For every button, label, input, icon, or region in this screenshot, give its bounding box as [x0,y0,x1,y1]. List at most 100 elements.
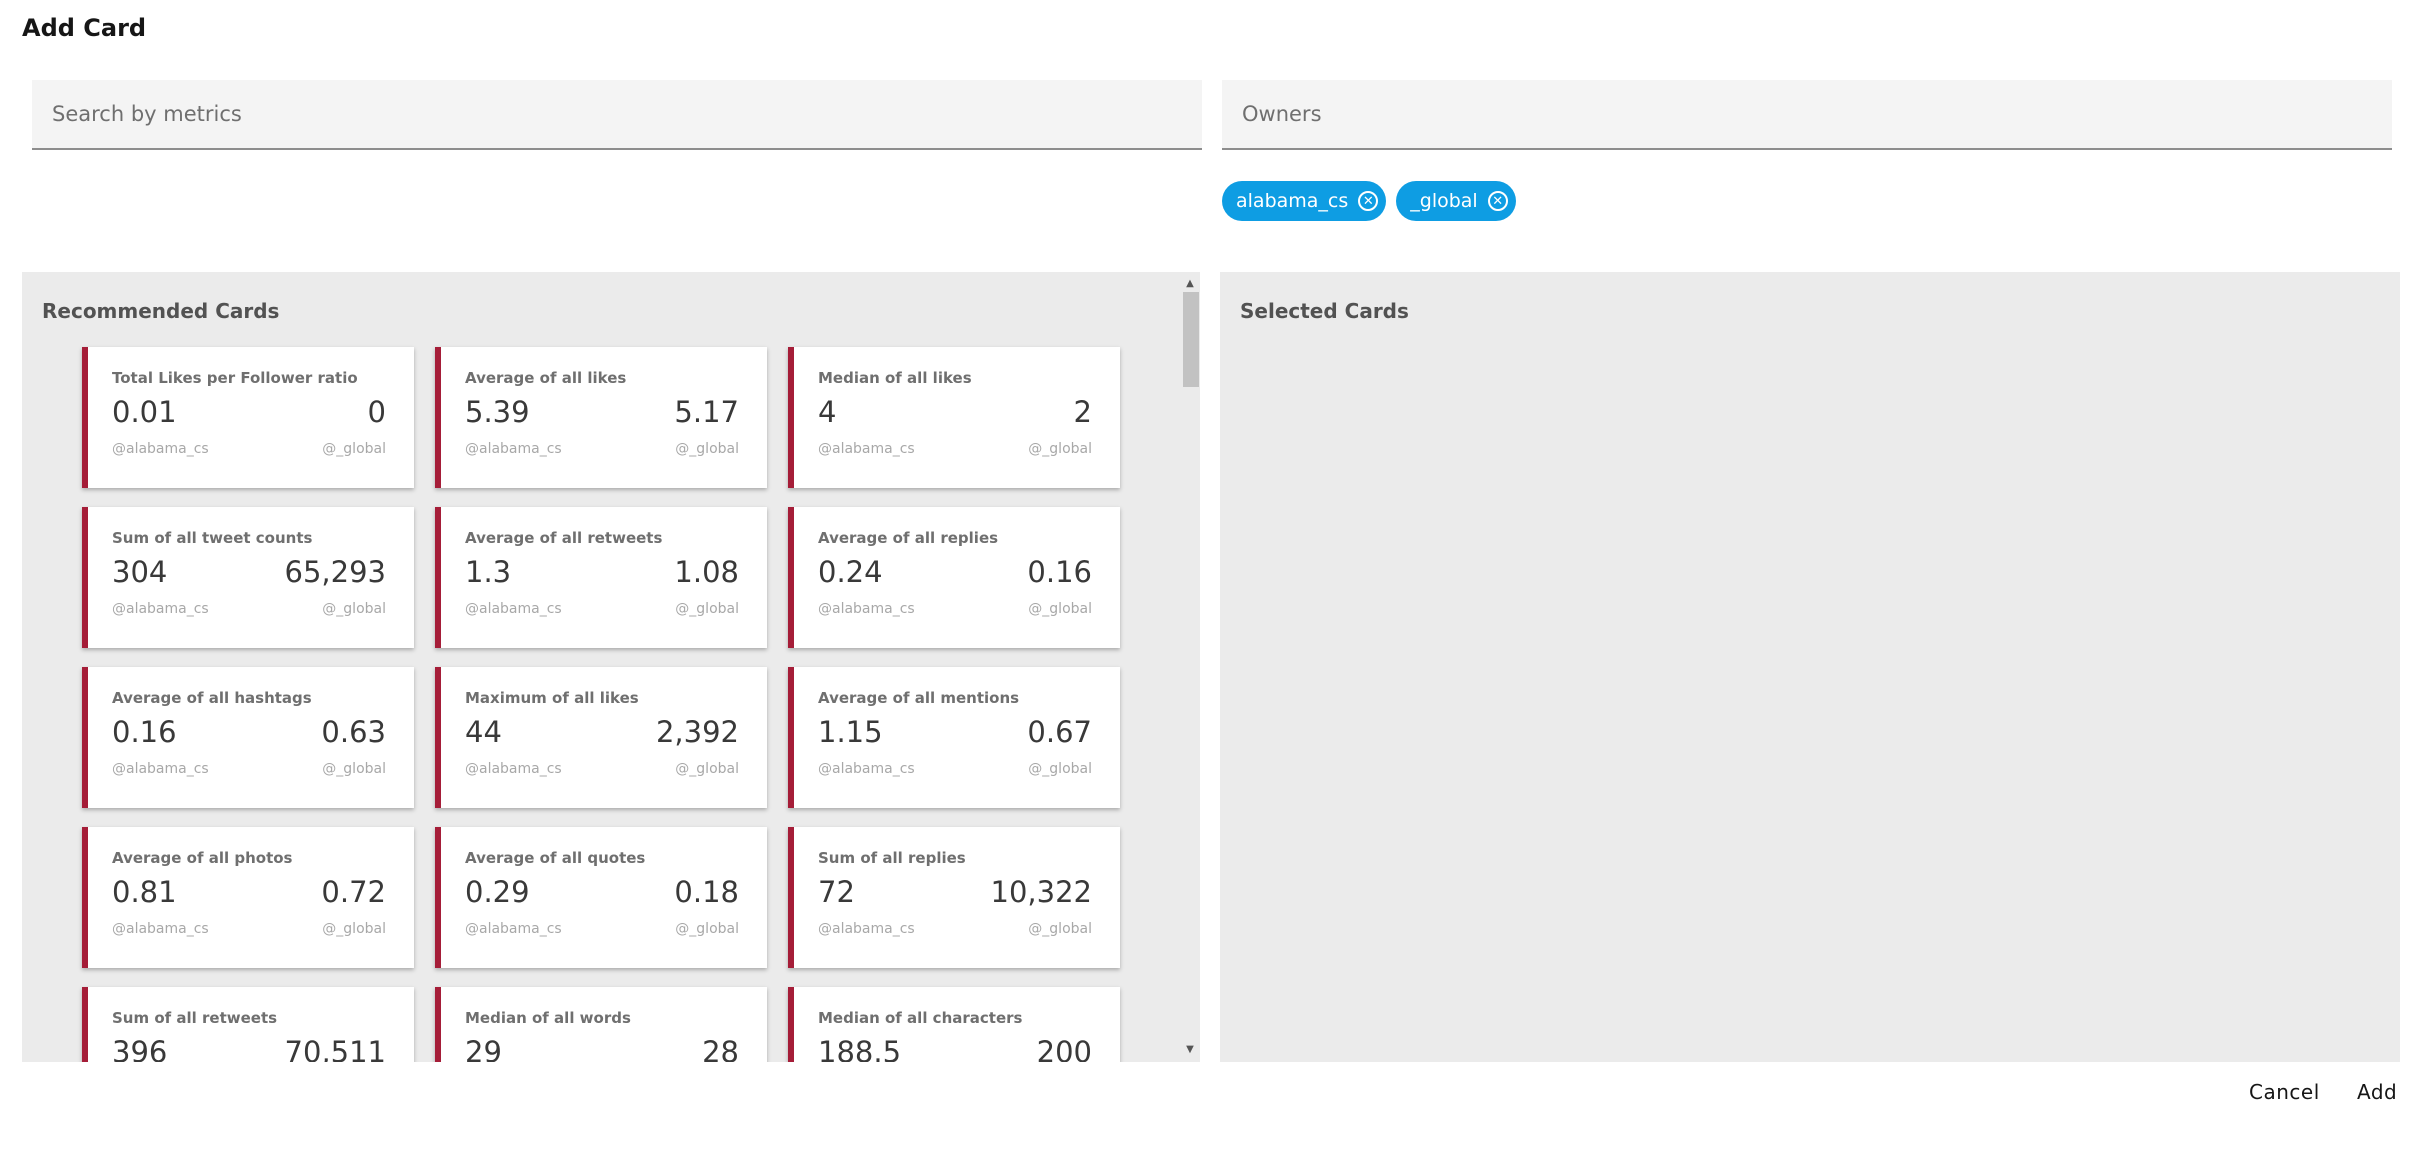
search-field [32,80,1202,150]
metric-card-left-owner: @alabama_cs [112,921,209,937]
cancel-button[interactable]: Cancel [2249,1080,2320,1104]
metric-card-right-value: 0.63 [321,715,386,749]
metric-card-left-owner: @alabama_cs [465,921,562,937]
metric-card-title: Sum of all tweet counts [112,529,313,547]
metric-card-left-owner: @alabama_cs [818,921,915,937]
metric-card[interactable]: Sum of all retweets39670,511@alabama_cs@… [82,987,414,1062]
metric-card-left-value: 72 [818,875,855,909]
metric-card-title: Average of all mentions [818,689,1020,707]
metric-card-right-value: 70,511 [284,1035,386,1062]
remove-tag-icon[interactable]: ✕ [1358,191,1379,211]
metric-card-left-value: 1.15 [818,715,883,749]
metric-card-left-value: 44 [465,715,502,749]
metric-card-left-owner: @alabama_cs [465,761,562,777]
metric-card[interactable]: Average of all likes 5.39 5.17 @alabama_cs @… [435,347,767,488]
metric-card[interactable]: Median of all characters188.5200@alabama… [788,987,1120,1062]
owner-tag: alabama_cs ✕ [1222,181,1387,221]
metric-card[interactable]: Average of all retweets 1.3 1.08 @alabama_c… [435,507,767,648]
recommended-cards-panel[interactable]: Recommended Cards Total Likes per Follow… [22,272,1200,1062]
metric-card-right-value: 0 [367,395,386,429]
scroll-thumb[interactable] [1183,292,1199,387]
metric-card-left-owner: @alabama_cs [112,601,209,617]
metric-card-right-value: 200 [1036,1035,1092,1062]
metric-card-title: Sum of all retweets [112,1009,278,1027]
metric-card-right-owner: @_global [675,601,739,617]
metric-card-title: Maximum of all likes [465,689,639,707]
metric-card-left-owner: @alabama_cs [465,601,562,617]
metric-card-right-value: 0.72 [321,875,386,909]
metric-card[interactable]: Total Likes per Follower ratio 0.01 0 @alab… [82,347,414,488]
metric-card-left-value: 29 [465,1035,502,1062]
metric-card[interactable]: Median of all likes 4 2 @alabama_cs @_global [788,347,1120,488]
metric-card-title: Average of all quotes [465,849,646,867]
metric-card-title: Average of all likes [465,369,627,387]
metric-card-right-value: 0.16 [1027,555,1092,589]
metric-card[interactable]: Average of all quotes 0.29 0.18 @alabama_cs… [435,827,767,968]
metric-card-right-owner: @_global [1028,601,1092,617]
metric-card[interactable]: Average of all replies 0.24 0.16 @alabama_c… [788,507,1120,648]
metric-card-left-value: 0.16 [112,715,177,749]
metric-card-title: Average of all retweets [465,529,663,547]
metric-card-right-value: 28 [702,1035,739,1062]
add-button[interactable]: Add [2357,1080,2397,1104]
metric-card-right-value: 2 [1073,395,1092,429]
recommended-cards-title: Recommended Cards [42,299,280,323]
owner-tag: _global ✕ [1396,181,1516,221]
metric-card-right-value: 1.08 [674,555,739,589]
metric-card-left-value: 396 [112,1035,168,1062]
metric-card-left-owner: @alabama_cs [112,761,209,777]
metric-card-left-value: 0.81 [112,875,177,909]
metric-card-right-value: 0.18 [674,875,739,909]
owners-input[interactable] [1222,80,2392,148]
metric-card-right-owner: @_global [1028,761,1092,777]
metric-card-title: Average of all hashtags [112,689,312,707]
metric-card-right-value: 2,392 [655,715,739,749]
metric-card-title: Average of all replies [818,529,999,547]
scroll-up-arrow-icon[interactable]: ▲ [1180,274,1200,294]
recommended-scrollbar[interactable]: ▲ ▼ [1180,272,1200,1062]
metric-card-right-owner: @_global [1028,441,1092,457]
metric-card-title: Average of all photos [112,849,293,867]
metric-card[interactable]: Sum of all replies 72 10,322 @alabama_cs @_g… [788,827,1120,968]
dialog-title: Add Card [22,14,147,42]
metric-card-title: Median of all likes [818,369,972,387]
metric-card[interactable]: Average of all mentions 1.15 0.67 @alabama_… [788,667,1120,808]
metric-card-title: Sum of all replies [818,849,966,867]
selected-cards-title: Selected Cards [1240,299,1409,323]
selected-cards-panel[interactable]: Selected Cards [1220,272,2400,1062]
metric-card[interactable]: Median of all words2928@alabama_cs@_glob… [435,987,767,1062]
metric-card-left-value: 188.5 [818,1035,902,1062]
search-input[interactable] [32,80,1202,148]
metric-card-title: Median of all words [465,1009,631,1027]
owners-field [1222,80,2392,150]
metric-card-left-owner: @alabama_cs [818,601,915,617]
metric-card-right-value: 10,322 [990,875,1092,909]
remove-tag-icon[interactable]: ✕ [1487,191,1508,211]
metric-card-right-owner: @_global [322,601,386,617]
metric-card-left-owner: @alabama_cs [818,441,915,457]
metric-card-right-value: 65,293 [284,555,386,589]
metric-card-left-value: 5.39 [465,395,530,429]
metric-card-right-owner: @_global [675,761,739,777]
metric-card-left-owner: @alabama_cs [818,761,915,777]
recommended-cards-grid: Total Likes per Follower ratio 0.01 0 @alab… [82,347,1120,1062]
metric-card-left-value: 0.01 [112,395,177,429]
metric-card-right-owner: @_global [322,441,386,457]
metric-card[interactable]: Sum of all tweet counts 304 65,293 @alabama… [82,507,414,648]
scroll-down-arrow-icon[interactable]: ▼ [1180,1040,1200,1060]
metric-card[interactable]: Maximum of all likes 44 2,392 @alabama_cs @_… [435,667,767,808]
metric-card-left-owner: @alabama_cs [112,441,209,457]
owner-tags: alabama_cs ✕ _global ✕ [1222,181,1516,221]
metric-card-left-value: 1.3 [465,555,512,589]
metric-card-right-value: 5.17 [674,395,739,429]
metric-card[interactable]: Average of all hashtags 0.16 0.63 @alabama_… [82,667,414,808]
metric-card-title: Total Likes per Follower ratio [112,369,358,387]
metric-card-right-owner: @_global [322,761,386,777]
owner-tag-label: alabama_cs [1236,190,1349,212]
metric-card[interactable]: Average of all photos 0.81 0.72 @alabama_cs… [82,827,414,968]
metric-card-right-owner: @_global [675,921,739,937]
metric-card-left-value: 0.24 [818,555,883,589]
metric-card-left-owner: @alabama_cs [465,441,562,457]
metric-card-left-value: 4 [818,395,837,429]
metric-card-right-owner: @_global [1028,921,1092,937]
